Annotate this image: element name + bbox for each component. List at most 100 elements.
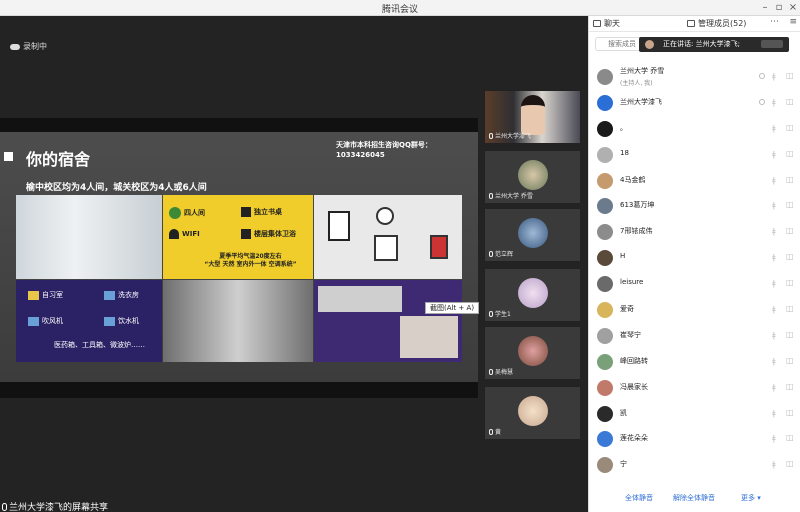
- member-row[interactable]: 宁 ǂ ◫: [589, 452, 800, 478]
- participant-video[interactable]: 兰州大学漆飞: [484, 90, 581, 144]
- microphone-muted-icon[interactable]: ǂ: [772, 201, 779, 210]
- member-row[interactable]: H ǂ ◫: [589, 245, 800, 271]
- camera-off-icon[interactable]: ◫: [786, 227, 795, 235]
- video-icon[interactable]: [759, 73, 765, 79]
- member-row[interactable]: 凯 ǂ ◫: [589, 401, 800, 427]
- member-row[interactable]: 崔琴宁 ǂ ◫: [589, 323, 800, 349]
- slide-heading: 你的宿舍: [26, 150, 91, 169]
- study-room-icon: [28, 290, 39, 300]
- menu-icon[interactable]: ≡: [789, 17, 797, 27]
- camera-off-icon[interactable]: ◫: [786, 460, 795, 468]
- participant-avatar: [518, 278, 548, 308]
- camera-off-icon[interactable]: ◫: [786, 72, 795, 80]
- microphone-muted-icon[interactable]: ǂ: [772, 331, 779, 340]
- member-row[interactable]: 7邢铱成伟 ǂ ◫: [589, 219, 800, 245]
- dorm-photo-4: [314, 280, 462, 362]
- amenity-item: 洗衣房: [104, 290, 139, 300]
- participant-tile[interactable]: 范立辉: [484, 208, 581, 262]
- camera-off-icon[interactable]: ◫: [786, 356, 795, 365]
- microphone-muted-icon[interactable]: ǂ: [772, 357, 779, 366]
- amenity-item: 自习室: [28, 290, 63, 300]
- participant-avatar: [518, 160, 548, 190]
- mute-all-button[interactable]: 全体静音: [625, 493, 653, 503]
- more-button[interactable]: 更多 ▾: [741, 493, 761, 503]
- microphone-icon: [489, 428, 493, 435]
- wall-frame: [328, 211, 350, 241]
- member-row[interactable]: 冯晨家长 ǂ ◫: [589, 375, 800, 401]
- microphone-muted-icon[interactable]: ǂ: [772, 279, 779, 288]
- member-avatar: [597, 379, 613, 396]
- participant-tile[interactable]: 兰州大学 乔雪: [484, 150, 581, 204]
- dorm-photo-3: [163, 280, 313, 362]
- member-row[interactable]: 莲花朵朵 ǂ ◫: [589, 426, 800, 452]
- minimize-icon[interactable]: –: [758, 1, 772, 14]
- camera-off-icon[interactable]: ◫: [786, 330, 795, 339]
- member-row[interactable]: 18 ǂ ◫: [589, 142, 800, 168]
- hair-dryer-icon: [28, 316, 39, 326]
- tab-chat[interactable]: 聊天: [593, 18, 620, 29]
- sidebar-tabs: 聊天 管理成员(52) ⋯ ≡: [589, 16, 800, 32]
- member-avatar: [597, 224, 613, 241]
- camera-off-icon[interactable]: ◫: [786, 97, 795, 106]
- microphone-muted-icon[interactable]: ǂ: [772, 460, 779, 469]
- member-avatar: [597, 353, 613, 370]
- slide-letterbox-top: [0, 118, 478, 132]
- speaker-avatar: [645, 40, 654, 49]
- microphone-muted-icon[interactable]: ǂ: [772, 227, 779, 236]
- laundry-icon: [104, 290, 115, 300]
- microphone-muted-icon[interactable]: ǂ: [772, 434, 779, 443]
- camera-off-icon[interactable]: ◫: [786, 175, 795, 184]
- member-row[interactable]: 兰州大学 乔雪 (主持人, 我) ǂ ◫: [589, 64, 800, 90]
- camera-off-icon[interactable]: ◫: [786, 305, 795, 313]
- participant-tile[interactable]: 吴梅慧: [484, 326, 581, 380]
- microphone-muted-icon[interactable]: ǂ: [772, 253, 779, 262]
- member-avatar: [597, 405, 613, 422]
- camera-off-icon[interactable]: ◫: [786, 149, 795, 158]
- microphone-muted-icon[interactable]: ǂ: [772, 150, 779, 159]
- member-avatar: [597, 276, 613, 293]
- microphone-muted-icon[interactable]: ǂ: [772, 176, 779, 185]
- member-row[interactable]: 峰回路转 ǂ ◫: [589, 349, 800, 375]
- member-row[interactable]: leisure ǂ ◫: [589, 271, 800, 297]
- camera-off-icon[interactable]: ◫: [786, 201, 795, 209]
- microphone-muted-icon[interactable]: ǂ: [772, 383, 779, 392]
- tab-members[interactable]: 管理成员(52): [687, 18, 746, 29]
- member-name: 峰回路转: [620, 356, 648, 365]
- member-row[interactable]: 613葛万坤 ǂ ◫: [589, 193, 800, 219]
- microphone-muted-icon[interactable]: ǂ: [772, 409, 779, 418]
- camera-off-icon[interactable]: ◫: [786, 279, 795, 287]
- camera-off-icon[interactable]: ◫: [786, 408, 795, 417]
- camera-off-icon[interactable]: ◫: [786, 123, 795, 132]
- qq-line2: 1033426045: [336, 151, 385, 159]
- video-icon[interactable]: [759, 98, 765, 105]
- member-row[interactable]: 。 ǂ ◫: [589, 116, 800, 142]
- participant-tile[interactable]: 学生1: [484, 268, 581, 322]
- slide-subheading: 榆中校区均为4人间，城关校区为4人或6人间: [26, 183, 207, 193]
- camera-off-icon[interactable]: ◫: [786, 253, 795, 261]
- close-icon[interactable]: ×: [786, 1, 800, 14]
- member-name: 18: [620, 148, 629, 157]
- member-avatar: [597, 431, 613, 448]
- participant-tile[interactable]: 黄: [484, 386, 581, 440]
- camera-off-icon[interactable]: ◫: [786, 382, 795, 391]
- lounge-photo: [400, 316, 458, 358]
- more-options-icon[interactable]: ⋯: [770, 17, 779, 27]
- member-name: 613葛万坤: [620, 201, 655, 210]
- microphone-muted-icon[interactable]: ǂ: [772, 305, 779, 314]
- microphone-muted-icon[interactable]: ǂ: [772, 124, 779, 133]
- search-input[interactable]: [595, 37, 643, 51]
- slide-letterbox-bottom: [0, 382, 478, 398]
- member-row[interactable]: 兰州大学漆飞 ǂ ◫: [589, 90, 800, 116]
- camera-off-icon[interactable]: ◫: [786, 434, 795, 442]
- unmute-all-button[interactable]: 解除全体静音: [673, 493, 715, 503]
- microphone-muted-icon[interactable]: ǂ: [772, 98, 779, 107]
- member-row[interactable]: 4马金鹤 ǂ ◫: [589, 168, 800, 194]
- members-sidebar: 聊天 管理成员(52) ⋯ ≡ 正在讲话: 兰州大学漆飞; 兰州大学 乔雪 (主持…: [588, 16, 800, 512]
- microphone-icon: [489, 250, 493, 257]
- member-row[interactable]: 爱奇 ǂ ◫: [589, 297, 800, 323]
- maximize-icon[interactable]: ▫: [772, 1, 786, 14]
- climate-note: 夏季平均气温20度左右 “大型 天然 室内外一体 空调系统”: [204, 253, 297, 268]
- member-name: 崔琴宁: [620, 330, 641, 339]
- slide-bullet-square: [4, 152, 13, 161]
- microphone-muted-icon[interactable]: ǂ: [772, 72, 779, 81]
